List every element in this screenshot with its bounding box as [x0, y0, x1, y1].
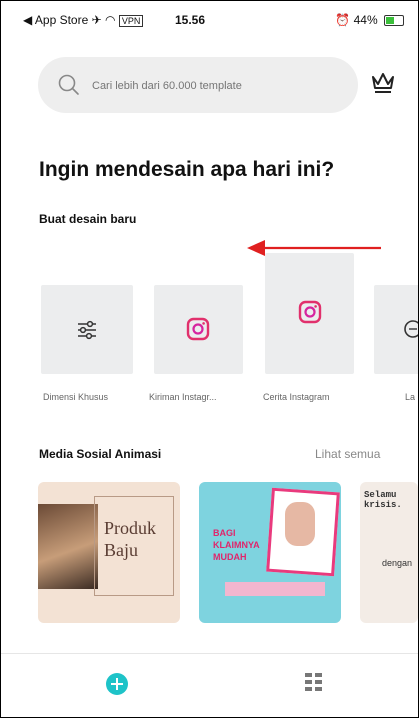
card-partial[interactable]	[374, 285, 418, 374]
app-screen: ◀ App Store ✈ ◠ VPN 15.56 ⏰ 44% Ingin me…	[0, 0, 419, 718]
instagram-icon	[298, 300, 322, 324]
page-title: Ingin mendesain apa hari ini?	[39, 158, 335, 181]
card-label-instagram-post: Kiriman Instagr...	[149, 392, 217, 402]
status-bar: ◀ App Store ✈ ◠ VPN 15.56 ⏰ 44%	[23, 13, 404, 29]
battery-status: ⏰ 44%	[335, 13, 404, 27]
template-strip	[225, 582, 325, 596]
template-hand	[285, 502, 315, 546]
template-text: MUDAH	[213, 552, 247, 562]
template-text: krisis.	[364, 500, 402, 510]
card-instagram-story[interactable]	[265, 253, 354, 374]
animated-section-title: Media Sosial Animasi	[39, 447, 162, 461]
card-label-custom-size: Dimensi Khusus	[43, 392, 109, 402]
create-section-title: Buat desain baru	[39, 212, 137, 226]
alarm-icon: ⏰	[335, 13, 354, 27]
search-icon	[58, 74, 79, 95]
template-thumbnail[interactable]: BAGI KLAIMNYA MUDAH	[199, 482, 341, 623]
wifi-icon: ◠	[105, 13, 119, 27]
template-text: Baju	[104, 540, 138, 560]
crown-icon[interactable]	[369, 69, 397, 95]
template-thumbnail[interactable]: Selamu krisis. dengan	[360, 482, 418, 623]
sliders-icon	[78, 320, 96, 340]
bottom-nav-divider	[1, 653, 418, 654]
card-label-partial: La	[405, 392, 416, 402]
template-text: KLAIMNYA	[213, 540, 260, 550]
grid-icon[interactable]	[305, 673, 323, 693]
battery-icon	[384, 15, 404, 27]
search-bar[interactable]	[38, 57, 358, 113]
airplane-icon: ✈	[91, 13, 106, 27]
card-label-instagram-story: Cerita Instagram	[263, 392, 330, 402]
clock: 15.56	[175, 13, 206, 27]
template-thumbnail[interactable]: Produk Baju	[38, 482, 180, 623]
back-to-app-store[interactable]: ◀ App Store ✈ ◠ VPN	[23, 13, 144, 27]
partial-icon	[404, 320, 418, 338]
template-text: Produk	[104, 518, 157, 538]
create-design-icon[interactable]	[106, 673, 128, 695]
instagram-icon	[186, 317, 210, 341]
vpn-icon: VPN	[118, 15, 144, 27]
template-text: dengan	[382, 558, 413, 568]
template-text: BAGI	[213, 528, 236, 538]
template-text: Selamu	[364, 490, 397, 500]
search-input[interactable]	[90, 75, 344, 97]
card-instagram-post[interactable]	[154, 285, 243, 374]
template-photo	[38, 504, 98, 589]
card-custom-size[interactable]	[41, 285, 133, 374]
see-all-link[interactable]: Lihat semua	[315, 447, 380, 461]
